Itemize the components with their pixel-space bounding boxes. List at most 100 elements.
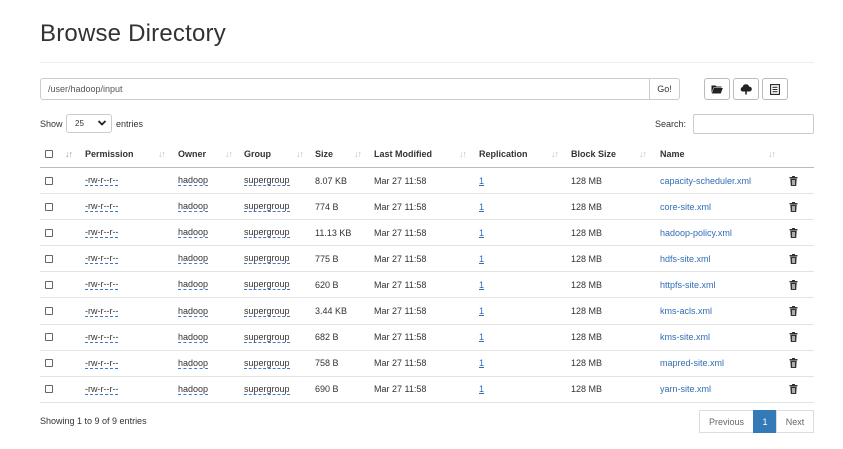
permission-value[interactable]: -rw-r--r-- [85,279,119,291]
trash-icon[interactable] [789,194,798,219]
row-checkbox[interactable] [45,246,53,271]
owner-value[interactable]: hadoop [178,306,209,317]
owner-value[interactable]: hadoop [178,358,209,369]
replication-link[interactable]: 1 [479,202,484,212]
row-checkbox[interactable] [45,298,53,323]
permission-value[interactable]: -rw-r--r-- [85,253,119,265]
page-button-1[interactable]: 1 [753,410,777,433]
table-row: -rw-r--r-- hadoop supergroup 682 B Mar 27 11… [40,325,814,351]
file-name-link[interactable]: mapred-site.xml [660,358,724,368]
block-size-value: 128 MB [571,279,603,290]
file-name-link[interactable]: core-site.xml [660,202,711,212]
trash-icon[interactable] [789,272,798,297]
permission-value[interactable]: -rw-r--r-- [85,384,119,395]
replication-link[interactable]: 1 [479,358,484,368]
block-size-value: 128 MB [571,332,603,343]
file-name-link[interactable]: hadoop-policy.xml [660,228,732,238]
replication-link[interactable]: 1 [479,254,484,264]
row-checkbox[interactable] [45,194,53,219]
group-value[interactable]: supergroup [244,384,290,395]
col-last-modified[interactable]: Last Modified [374,141,432,167]
row-checkbox[interactable] [45,220,53,245]
modified-value: Mar 27 11:58 [374,227,427,238]
file-name-link[interactable]: capacity-scheduler.xml [660,176,751,186]
permission-value[interactable]: -rw-r--r-- [85,332,119,343]
group-value[interactable]: supergroup [244,332,290,343]
file-name-link[interactable]: kms-site.xml [660,332,710,342]
row-checkbox[interactable] [45,272,53,297]
sort-icon: ↓↑ [225,149,233,159]
group-value[interactable]: supergroup [244,279,290,291]
select-all-checkbox[interactable] [45,141,53,167]
file-name-link[interactable]: yarn-site.xml [660,384,711,394]
previous-button[interactable]: Previous [699,410,754,433]
col-permission[interactable]: Permission [85,141,134,167]
table-row: -rw-r--r-- hadoop supergroup 774 B Mar 27 11… [40,194,814,221]
col-owner[interactable]: Owner [178,141,206,167]
col-replication[interactable]: Replication [479,141,528,167]
entries-select[interactable]: 25 [66,114,112,133]
replication-link[interactable]: 1 [479,228,484,238]
permission-value[interactable]: -rw-r--r-- [85,175,119,187]
trash-icon[interactable] [789,220,798,245]
table-header: ↓↑ Permission ↓↑ Owner ↓↑ Group ↓↑ Size … [40,141,814,168]
owner-value[interactable]: hadoop [178,332,209,343]
replication-link[interactable]: 1 [479,306,484,316]
trash-icon[interactable] [789,325,798,350]
replication-link[interactable]: 1 [479,384,484,394]
group-value[interactable]: supergroup [244,306,290,317]
row-checkbox[interactable] [45,351,53,376]
owner-value[interactable]: hadoop [178,279,209,291]
group-value[interactable]: supergroup [244,358,290,369]
owner-value[interactable]: hadoop [178,384,209,395]
block-size-value: 128 MB [571,227,603,238]
permission-value[interactable]: -rw-r--r-- [85,306,119,317]
path-input[interactable] [40,78,650,100]
size-value: 774 B [315,201,339,212]
trash-icon[interactable] [789,351,798,376]
file-name-link[interactable]: kms-acls.xml [660,306,712,316]
next-button[interactable]: Next [776,410,814,433]
go-button[interactable]: Go! [649,78,680,100]
group-value[interactable]: supergroup [244,253,290,265]
col-size[interactable]: Size [315,141,333,167]
upload-button[interactable] [733,78,759,100]
replication-link[interactable]: 1 [479,332,484,342]
search-input[interactable] [693,114,814,134]
file-name-link[interactable]: httpfs-site.xml [660,280,716,290]
group-value[interactable]: supergroup [244,227,290,239]
trash-icon[interactable] [789,168,798,193]
owner-value[interactable]: hadoop [178,227,209,239]
create-folder-button[interactable] [704,78,730,100]
col-name[interactable]: Name [660,141,685,167]
group-value[interactable]: supergroup [244,175,290,187]
table-row: -rw-r--r-- hadoop supergroup 758 B Mar 27 11… [40,351,814,377]
owner-value[interactable]: hadoop [178,175,209,187]
row-checkbox[interactable] [45,325,53,350]
row-checkbox[interactable] [45,168,53,193]
sort-icon: ↓↑ [639,149,647,159]
file-name-link[interactable]: hdfs-site.xml [660,254,711,264]
page-title: Browse Directory [40,20,226,47]
block-size-value: 128 MB [571,175,603,186]
group-value[interactable]: supergroup [244,201,290,213]
table-row: -rw-r--r-- hadoop supergroup 690 B Mar 27 11… [40,377,814,403]
permission-value[interactable]: -rw-r--r-- [85,227,119,239]
col-group[interactable]: Group [244,141,271,167]
owner-value[interactable]: hadoop [178,253,209,265]
trash-icon[interactable] [789,298,798,323]
replication-link[interactable]: 1 [479,176,484,186]
trash-icon[interactable] [789,377,798,402]
modified-value: Mar 27 11:58 [374,175,427,186]
col-block-size[interactable]: Block Size [571,141,616,167]
trash-icon[interactable] [789,246,798,271]
permission-value[interactable]: -rw-r--r-- [85,358,119,369]
row-checkbox[interactable] [45,377,53,402]
sort-icon: ↓↑ [296,149,304,159]
permission-value[interactable]: -rw-r--r-- [85,201,119,213]
table-body: -rw-r--r-- hadoop supergroup 8.07 KB Mar 27 … [40,168,814,403]
folder-icon [711,85,723,94]
list-view-button[interactable] [762,78,788,100]
replication-link[interactable]: 1 [479,280,484,290]
owner-value[interactable]: hadoop [178,201,209,213]
